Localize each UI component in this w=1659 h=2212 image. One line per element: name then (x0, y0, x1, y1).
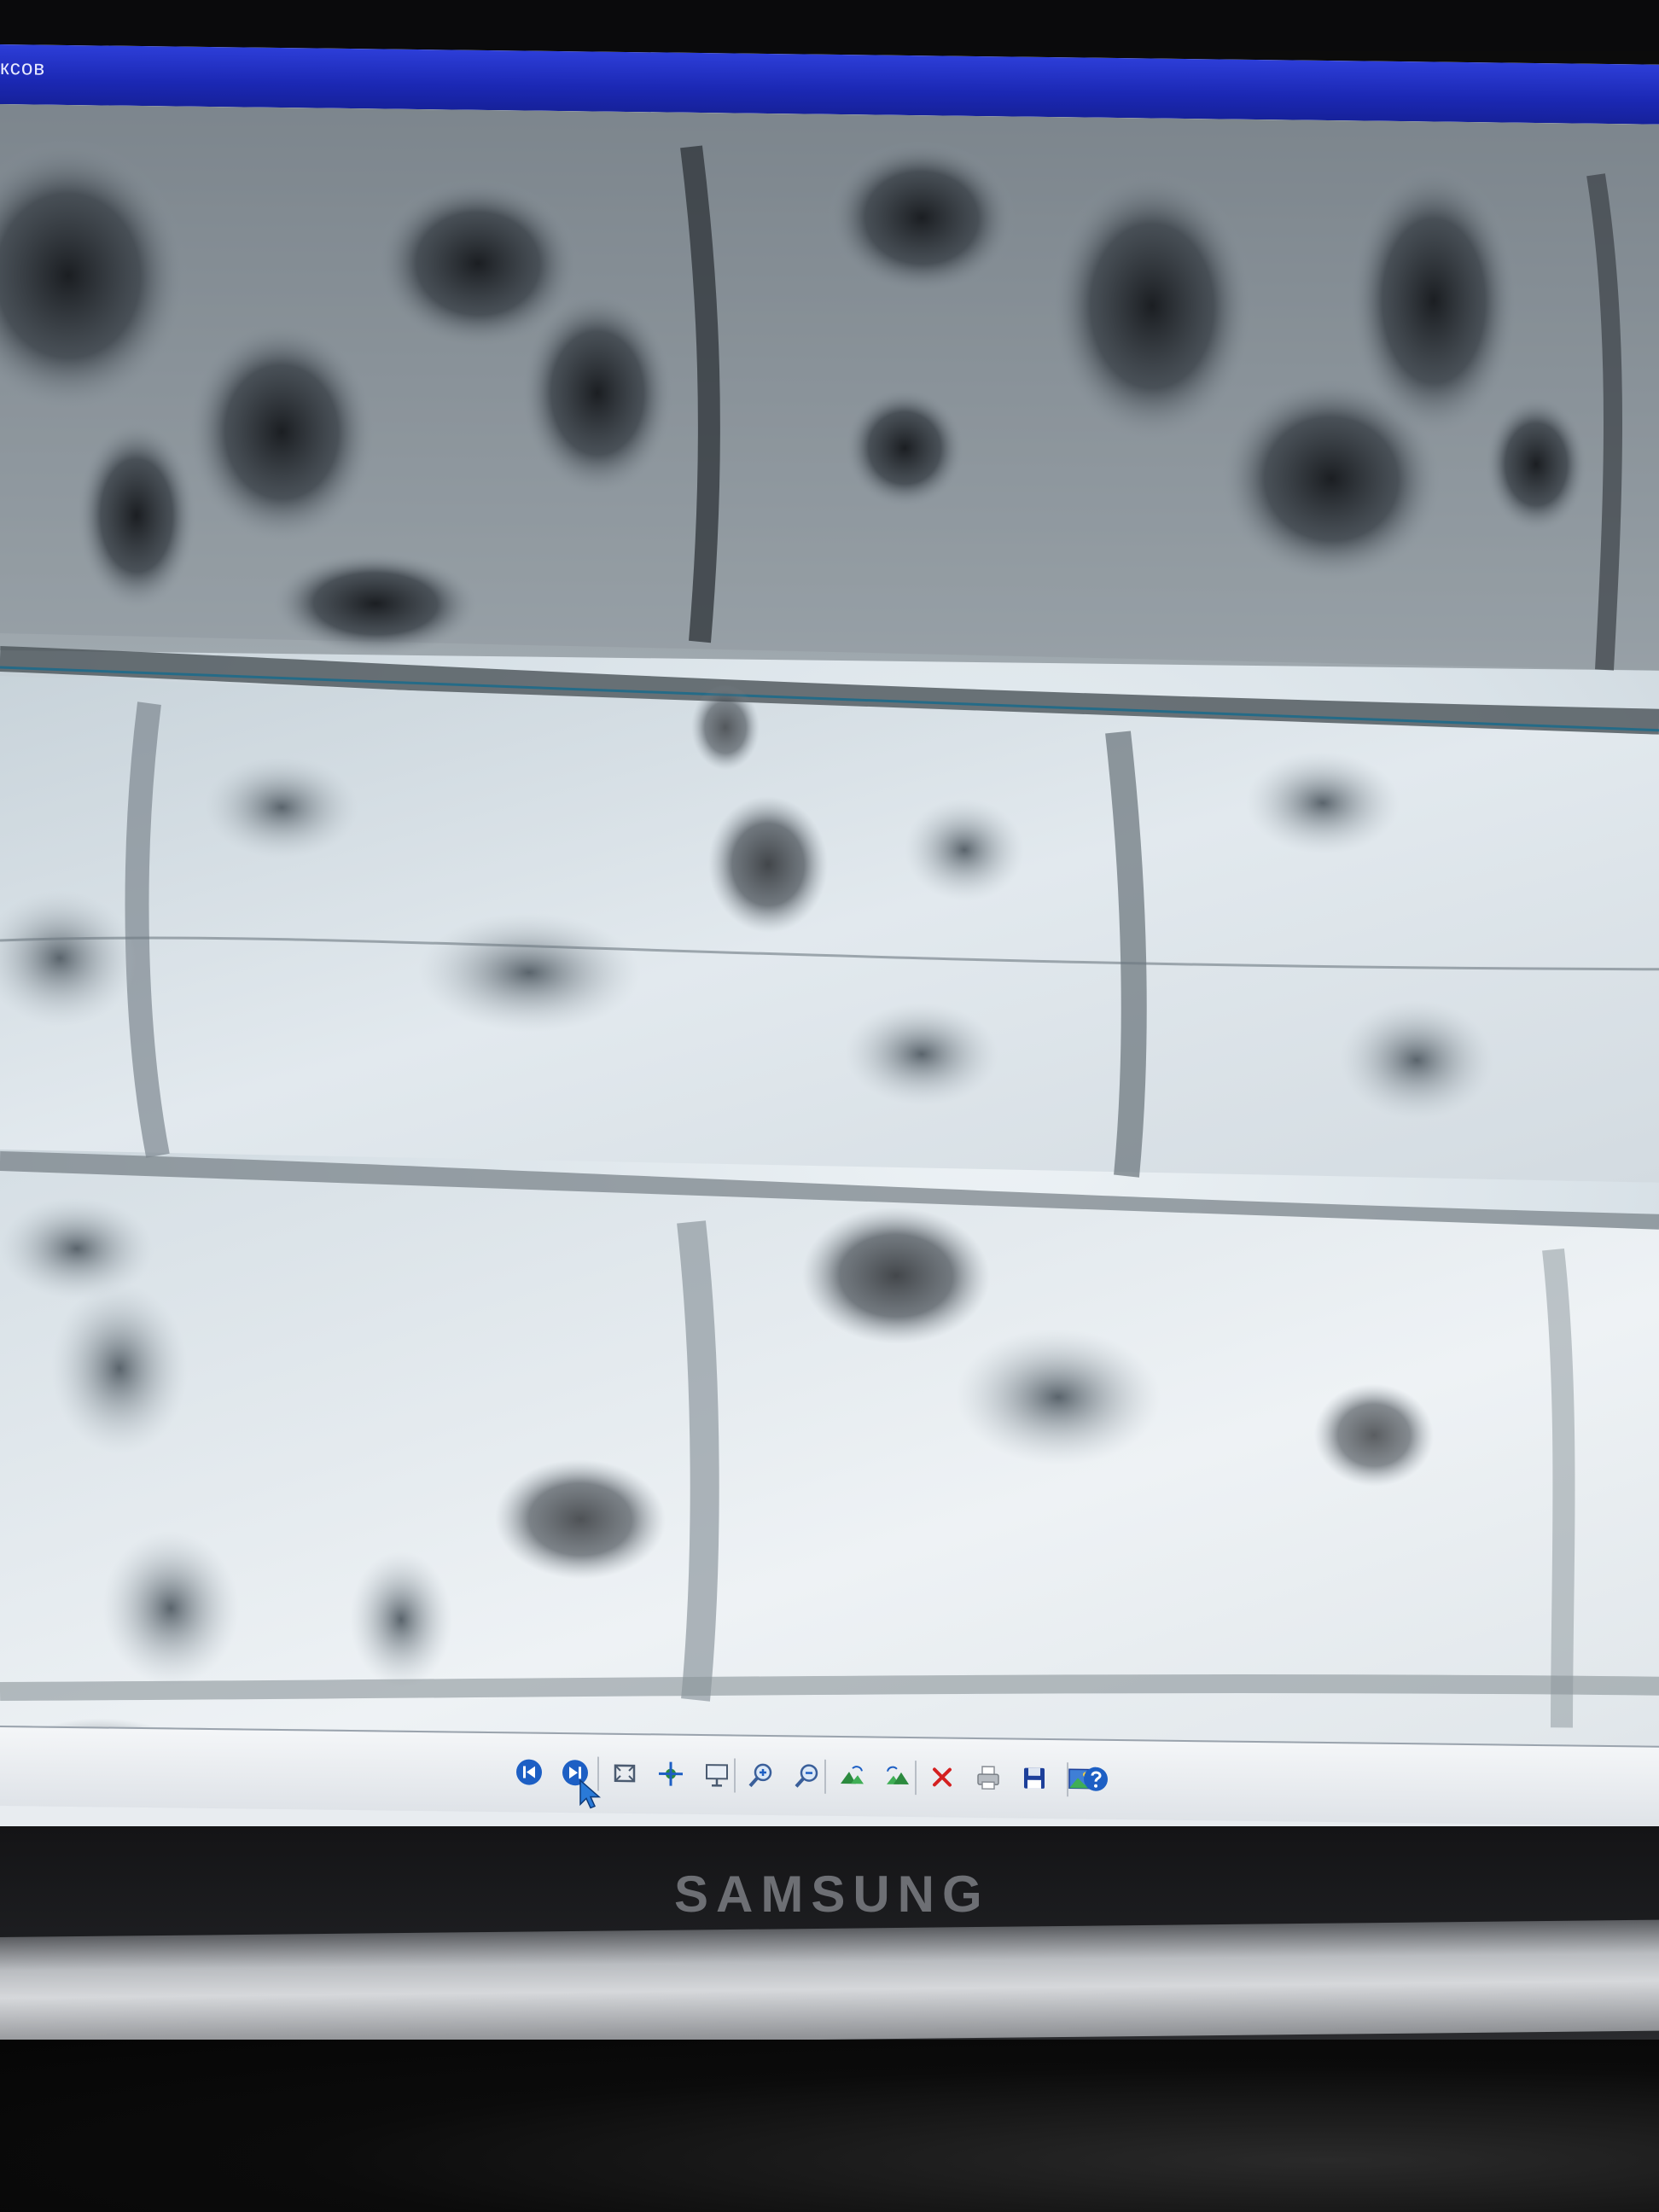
delete-button[interactable] (925, 1760, 959, 1794)
monitor-brand-logo: SAMSUNG (674, 1866, 990, 1923)
help-icon (1084, 1767, 1108, 1791)
toolbar-file-group (925, 1757, 1097, 1798)
mouse-cursor-icon (579, 1778, 602, 1809)
monitor-lower-rim (0, 1919, 1659, 2048)
toolbar-separator (824, 1759, 826, 1794)
toolbar-view-group (608, 1754, 734, 1795)
help-button[interactable] (1079, 1761, 1113, 1796)
toolbar-separator (734, 1758, 736, 1793)
rotate-ccw-icon (887, 1766, 909, 1785)
toolbar-zoom-group (744, 1755, 824, 1796)
toolbar-help-group (1079, 1759, 1113, 1798)
previous-image-button[interactable] (512, 1755, 546, 1789)
zoom-out-icon (795, 1764, 818, 1788)
actual-size-icon (659, 1761, 683, 1786)
actual-size-button[interactable] (654, 1756, 688, 1790)
printer-icon (977, 1766, 999, 1790)
rotate-clockwise-button[interactable] (835, 1759, 869, 1793)
zoom-in-icon (748, 1763, 772, 1788)
best-fit-button[interactable] (608, 1756, 642, 1790)
stone-wall-photo (0, 104, 1659, 1746)
image-display-area[interactable] (0, 104, 1659, 1746)
zoom-out-button[interactable] (790, 1758, 824, 1792)
rotate-counterclockwise-button[interactable] (881, 1760, 915, 1794)
skip-back-icon (516, 1759, 542, 1785)
desk-background (0, 2040, 1659, 2212)
fit-window-icon (614, 1764, 636, 1783)
toolbar-separator (1067, 1762, 1068, 1797)
slideshow-icon (706, 1764, 728, 1787)
screen: ксов (0, 44, 1659, 1866)
rotate-cw-icon (841, 1766, 864, 1784)
toolbar-separator (915, 1761, 917, 1796)
floppy-disk-icon (1024, 1767, 1045, 1789)
toolbar-rotate-group (835, 1756, 915, 1796)
print-button[interactable] (971, 1761, 1005, 1795)
monitor-top-bezel (0, 0, 1659, 51)
slideshow-button[interactable] (700, 1757, 734, 1791)
save-button[interactable] (1017, 1761, 1051, 1796)
delete-x-icon (933, 1767, 952, 1787)
zoom-in-button[interactable] (744, 1758, 778, 1792)
window-title: ксов (0, 56, 46, 80)
